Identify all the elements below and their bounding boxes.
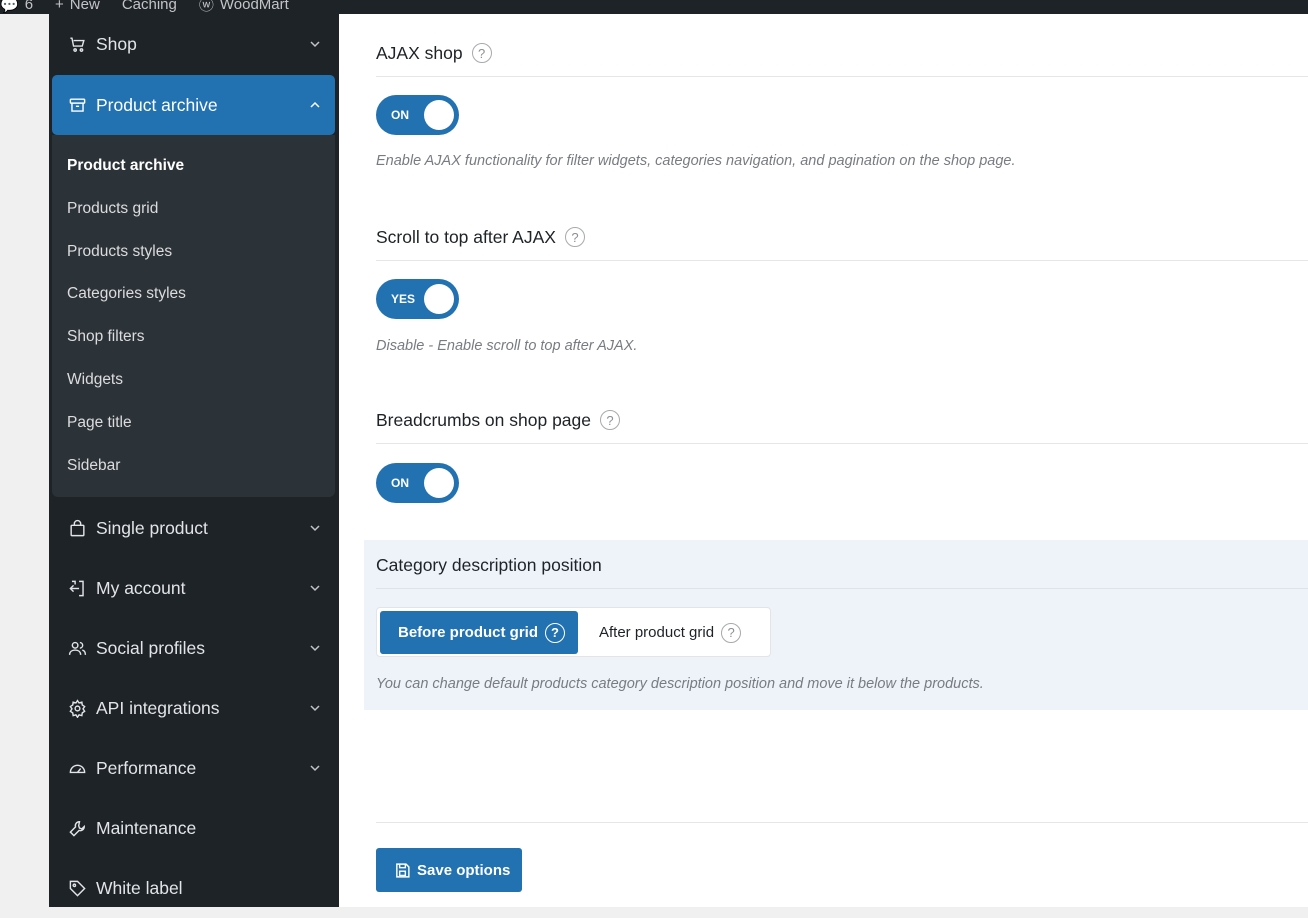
product-archive-submenu: Product archive Products grid Products s… bbox=[52, 135, 335, 497]
admin-left-gutter bbox=[0, 14, 24, 907]
plus-icon: + bbox=[55, 0, 64, 13]
sidebar-item-label: Maintenance bbox=[96, 817, 197, 838]
option-label: Before product grid bbox=[398, 624, 539, 641]
sidebar-item-api-integrations[interactable]: API integrations bbox=[52, 678, 335, 738]
sidebar-item-my-account[interactable]: My account bbox=[52, 558, 335, 618]
toggle-label: YES bbox=[391, 292, 416, 306]
sidebar-item-maintenance[interactable]: Maintenance bbox=[52, 798, 335, 858]
scroll-top-title: Scroll to top after AJAX bbox=[376, 226, 556, 247]
comment-icon: 💬 bbox=[0, 0, 19, 14]
save-options-button[interactable]: Save options bbox=[376, 848, 522, 892]
chevron-down-icon bbox=[309, 38, 321, 50]
field-title: Category description position bbox=[376, 552, 1308, 578]
sidebar-item-label: Performance bbox=[96, 757, 197, 778]
breadcrumbs-title: Breadcrumbs on shop page bbox=[376, 409, 591, 430]
save-icon bbox=[396, 862, 410, 878]
toggle-label: ON bbox=[391, 476, 409, 490]
woodmart-logo-icon: ⓦ bbox=[198, 0, 214, 14]
sidebar-item-single-product[interactable]: Single product bbox=[52, 498, 335, 558]
chevron-down-icon bbox=[309, 702, 321, 714]
category-description-field: Category description position bbox=[376, 552, 1308, 589]
shopping-bag-icon bbox=[67, 518, 87, 538]
divider bbox=[376, 260, 1308, 261]
divider bbox=[376, 588, 1308, 589]
users-icon bbox=[67, 638, 87, 658]
sidebar-item-label: Product archive bbox=[96, 94, 218, 115]
sidebar-item-performance[interactable]: Performance bbox=[52, 738, 335, 798]
ajax-shop-field: AJAX shop ? bbox=[376, 40, 1308, 77]
scroll-top-description: Disable - Enable scroll to top after AJA… bbox=[376, 338, 638, 354]
gauge-icon bbox=[67, 758, 87, 778]
wrench-icon bbox=[67, 818, 87, 838]
admin-bar-caching[interactable]: Caching bbox=[122, 0, 177, 13]
toggle-knob bbox=[424, 468, 454, 498]
sidebar-item-label: API integrations bbox=[96, 697, 220, 718]
chevron-down-icon bbox=[309, 522, 321, 534]
theme-settings-sidebar: Shop Product archive Product archive Pro… bbox=[49, 14, 339, 907]
sidebar-item-label: My account bbox=[96, 577, 186, 598]
category-description-help: You can change default products category… bbox=[376, 676, 984, 692]
sidebar-item-label: Single product bbox=[96, 517, 208, 538]
ajax-shop-title: AJAX shop bbox=[376, 42, 463, 63]
submenu-categories-styles[interactable]: Categories styles bbox=[52, 273, 335, 316]
save-options-label: Save options bbox=[417, 861, 511, 879]
admin-bar-woodmart[interactable]: ⓦ WoodMart bbox=[199, 0, 289, 14]
submenu-products-styles[interactable]: Products styles bbox=[52, 231, 335, 274]
help-icon[interactable]: ? bbox=[600, 410, 620, 430]
option-before-product-grid[interactable]: Before product grid ? bbox=[380, 611, 578, 654]
submenu-sidebar[interactable]: Sidebar bbox=[52, 445, 335, 488]
sidebar-item-label: White label bbox=[96, 877, 183, 898]
admin-bar-comments[interactable]: 💬 6 bbox=[0, 0, 33, 14]
sidebar-item-white-label[interactable]: White label bbox=[52, 858, 335, 918]
toggle-knob bbox=[424, 284, 454, 314]
submenu-shop-filters[interactable]: Shop filters bbox=[52, 316, 335, 359]
sidebar-item-social-profiles[interactable]: Social profiles bbox=[52, 618, 335, 678]
sidebar-item-shop[interactable]: Shop bbox=[52, 14, 335, 74]
scroll-top-toggle[interactable]: YES bbox=[376, 279, 459, 319]
breadcrumbs-toggle[interactable]: ON bbox=[376, 463, 459, 503]
sidebar-item-label: Shop bbox=[96, 33, 137, 54]
divider bbox=[376, 443, 1308, 444]
help-icon[interactable]: ? bbox=[564, 227, 585, 247]
login-icon bbox=[67, 578, 87, 598]
option-after-product-grid[interactable]: After product grid ? bbox=[581, 611, 767, 654]
submenu-products-grid[interactable]: Products grid bbox=[52, 188, 335, 231]
chevron-down-icon bbox=[309, 642, 321, 654]
breadcrumbs-field: Breadcrumbs on shop page ? bbox=[376, 407, 1308, 444]
toggle-knob bbox=[424, 100, 454, 130]
scroll-top-field: Scroll to top after AJAX ? bbox=[376, 224, 1308, 261]
submenu-widgets[interactable]: Widgets bbox=[52, 359, 335, 402]
chevron-down-icon bbox=[309, 582, 321, 594]
help-icon[interactable]: ? bbox=[721, 622, 742, 643]
field-title: AJAX shop ? bbox=[376, 40, 1308, 66]
footer-divider bbox=[376, 822, 1308, 823]
divider bbox=[376, 76, 1308, 77]
admin-bar-new[interactable]: + New bbox=[55, 0, 100, 13]
category-description-selector: Before product grid ? After product grid… bbox=[376, 607, 771, 657]
ajax-shop-toggle[interactable]: ON bbox=[376, 95, 459, 135]
option-label: After product grid bbox=[599, 624, 715, 641]
cart-icon bbox=[67, 34, 87, 54]
field-title: Breadcrumbs on shop page ? bbox=[376, 407, 1308, 433]
gear-icon bbox=[67, 698, 87, 718]
submenu-page-title[interactable]: Page title bbox=[52, 402, 335, 445]
toggle-label: ON bbox=[391, 108, 409, 122]
submenu-product-archive[interactable]: Product archive bbox=[52, 145, 335, 188]
sidebar-item-label: Social profiles bbox=[96, 637, 205, 658]
wp-admin-bar: 💬 6 + New Caching ⓦ WoodMart bbox=[0, 0, 1308, 14]
ajax-shop-description: Enable AJAX functionality for filter wid… bbox=[376, 153, 1016, 169]
chevron-up-icon bbox=[309, 99, 321, 111]
help-icon[interactable]: ? bbox=[471, 43, 492, 63]
chevron-down-icon bbox=[309, 762, 321, 774]
tag-icon bbox=[67, 878, 87, 898]
archive-box-icon bbox=[67, 95, 87, 115]
help-icon[interactable]: ? bbox=[545, 622, 566, 643]
field-title: Scroll to top after AJAX ? bbox=[376, 224, 1308, 250]
settings-content: AJAX shop ? ON Enable AJAX functionality… bbox=[339, 14, 1308, 907]
sidebar-item-product-archive[interactable]: Product archive bbox=[52, 75, 335, 135]
category-description-title: Category description position bbox=[376, 554, 602, 575]
